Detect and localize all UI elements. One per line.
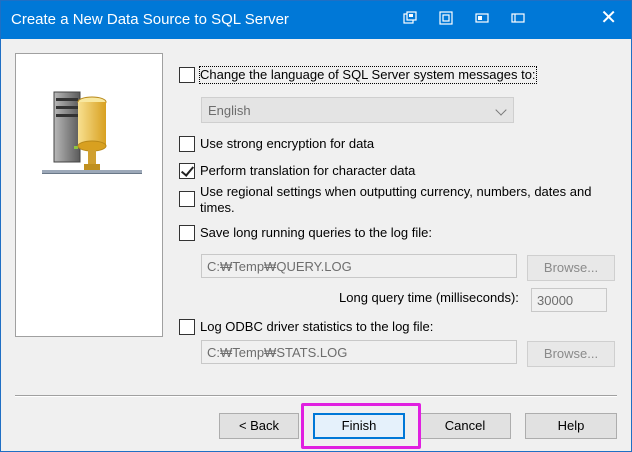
language-select[interactable]: English bbox=[201, 97, 514, 123]
window-icon[interactable] bbox=[511, 11, 525, 25]
browse-stats-log-button[interactable]: Browse... bbox=[527, 341, 615, 367]
change-language-label: Change the language of SQL Server system… bbox=[199, 66, 537, 84]
regional-settings-row[interactable]: Use regional settings when outputting cu… bbox=[179, 184, 610, 218]
database-server-icon bbox=[42, 91, 142, 174]
regional-settings-label-line1: Use regional settings when outputting cu… bbox=[200, 184, 592, 199]
browse-query-log-button[interactable]: Browse... bbox=[527, 255, 615, 281]
wizard-image-panel bbox=[15, 53, 163, 337]
log-odbc-stats-checkbox[interactable] bbox=[179, 319, 195, 335]
window-title: Create a New Data Source to SQL Server bbox=[11, 11, 289, 28]
dialog-body: Change the language of SQL Server system… bbox=[1, 39, 631, 451]
cancel-button[interactable]: Cancel bbox=[419, 413, 511, 439]
strong-encryption-row[interactable]: Use strong encryption for data bbox=[179, 136, 374, 154]
dialog-window: Create a New Data Source to SQL Server ✕ bbox=[0, 0, 632, 452]
save-long-queries-row[interactable]: Save long running queries to the log fil… bbox=[179, 225, 432, 243]
perform-translation-row[interactable]: Perform translation for character data bbox=[179, 163, 415, 181]
change-language-row[interactable]: Change the language of SQL Server system… bbox=[179, 66, 537, 85]
maximize-icon[interactable] bbox=[439, 11, 453, 25]
stats-log-path-field[interactable]: C:₩Temp₩STATS.LOG bbox=[201, 340, 517, 364]
regional-settings-label-line2: times. bbox=[200, 200, 235, 215]
finish-button[interactable]: Finish bbox=[313, 413, 405, 439]
long-query-time-field[interactable]: 30000 bbox=[531, 288, 607, 312]
log-odbc-stats-label: Log ODBC driver statistics to the log fi… bbox=[200, 319, 434, 334]
regional-settings-checkbox[interactable] bbox=[179, 191, 195, 207]
save-long-queries-checkbox[interactable] bbox=[179, 225, 195, 241]
title-bar[interactable]: Create a New Data Source to SQL Server ✕ bbox=[1, 1, 631, 39]
change-language-checkbox[interactable] bbox=[179, 67, 195, 83]
separator bbox=[15, 395, 617, 397]
language-select-value: English bbox=[208, 103, 251, 118]
perform-translation-checkbox[interactable] bbox=[179, 163, 195, 179]
long-query-time-label: Long query time (milliseconds): bbox=[339, 290, 519, 305]
regional-settings-label: Use regional settings when outputting cu… bbox=[200, 184, 610, 216]
save-long-queries-label: Save long running queries to the log fil… bbox=[200, 225, 432, 240]
strong-encryption-checkbox[interactable] bbox=[179, 136, 195, 152]
restore-icon[interactable] bbox=[403, 11, 417, 25]
close-icon[interactable]: ✕ bbox=[600, 8, 617, 28]
help-button[interactable]: Help bbox=[525, 413, 617, 439]
query-log-path-field[interactable]: C:₩Temp₩QUERY.LOG bbox=[201, 254, 517, 278]
strong-encryption-label: Use strong encryption for data bbox=[200, 136, 375, 151]
perform-translation-label: Perform translation for character data bbox=[200, 163, 416, 178]
log-odbc-stats-row[interactable]: Log ODBC driver statistics to the log fi… bbox=[179, 319, 433, 337]
chevron-down-icon bbox=[495, 104, 507, 116]
back-button[interactable]: < Back bbox=[219, 413, 299, 439]
tile-icon[interactable] bbox=[475, 11, 489, 25]
